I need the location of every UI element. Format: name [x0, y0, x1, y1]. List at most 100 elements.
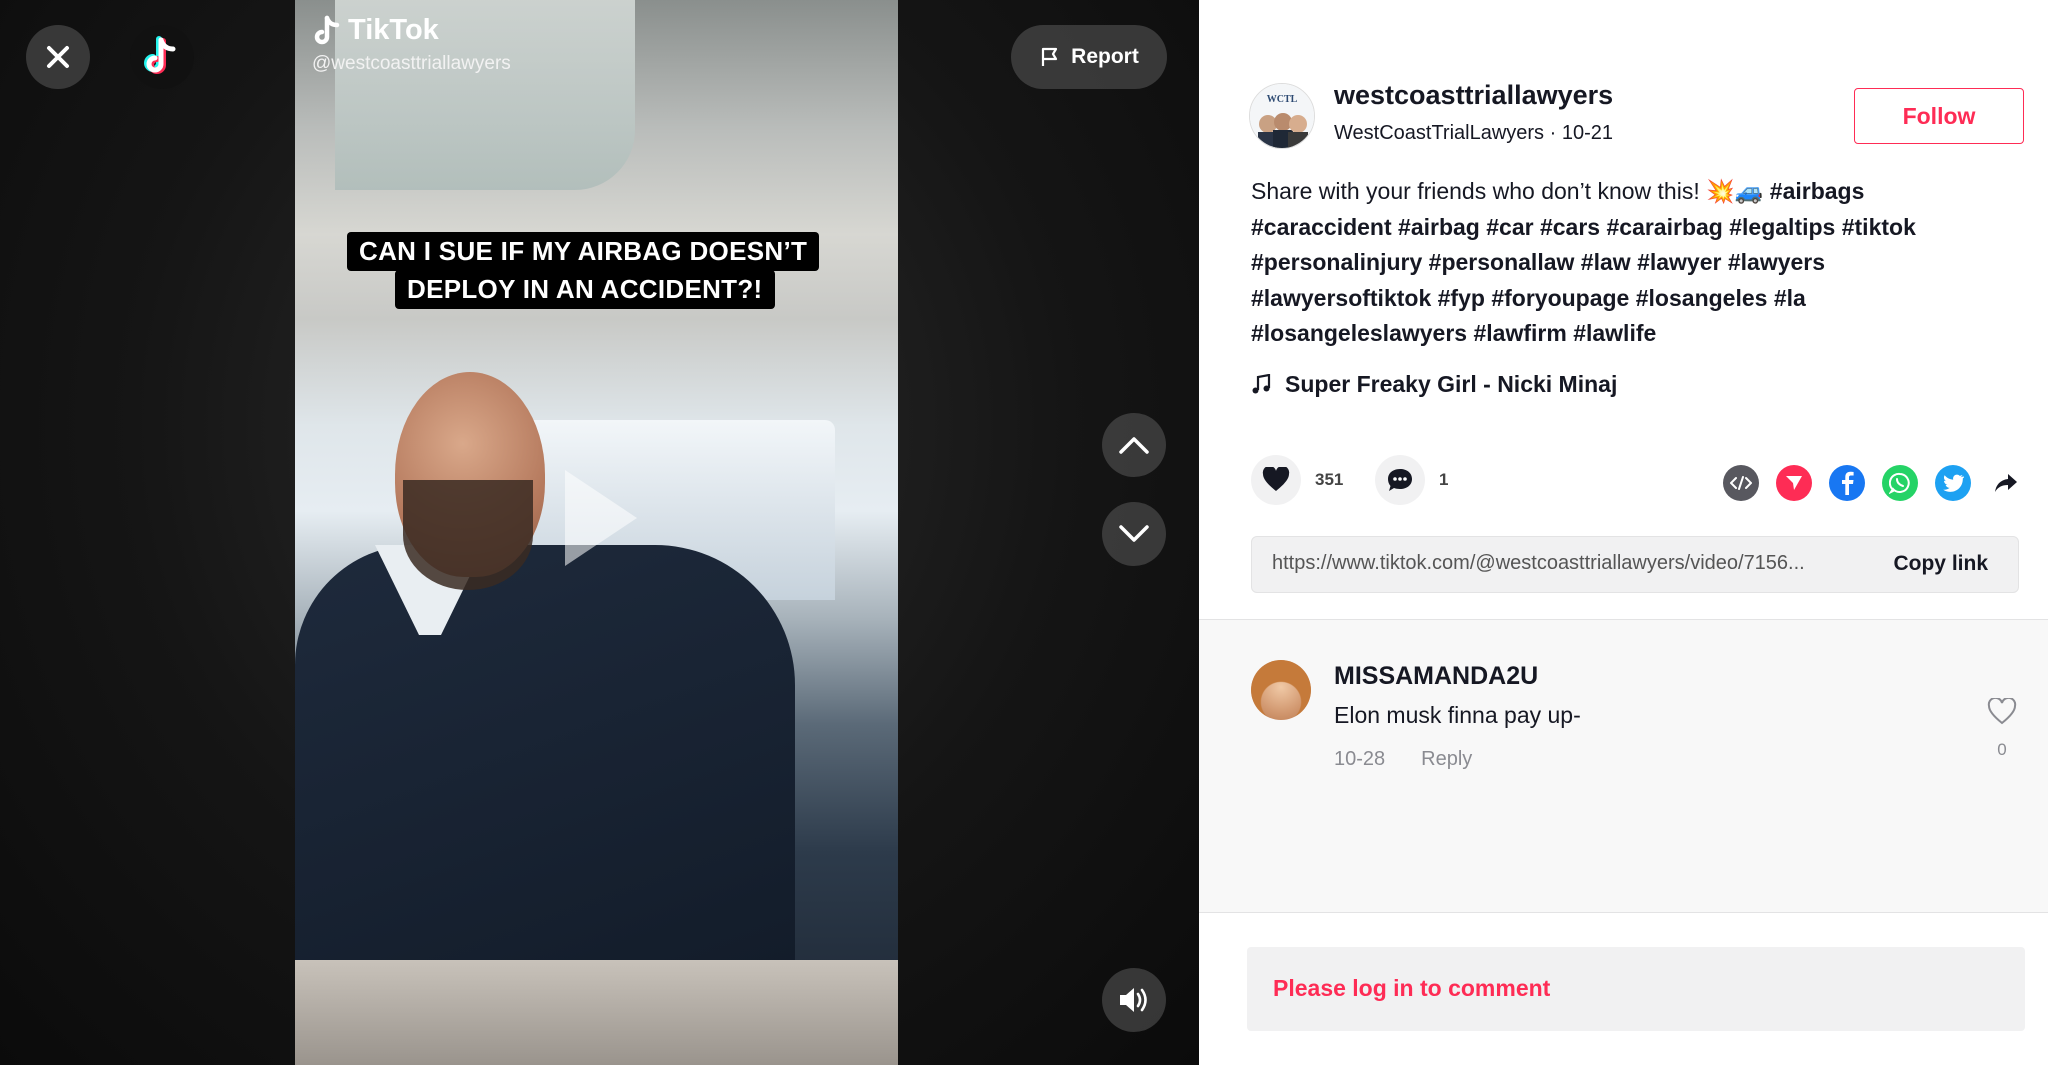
author-avatar[interactable]: WCTL: [1249, 83, 1315, 149]
whatsapp-share-button[interactable]: [1882, 465, 1918, 501]
video-details-panel: WCTL westcoasttriallawyers WestCoastTria…: [1199, 0, 2048, 1065]
hashtag-link[interactable]: #la: [1774, 285, 1806, 311]
heart-outline-icon: [1987, 696, 2017, 725]
hashtag-link[interactable]: #foryoupage: [1491, 285, 1629, 311]
comment-date: 10-28: [1334, 748, 1386, 770]
hashtag-link[interactable]: #losangeleslawyers: [1251, 320, 1467, 346]
tiktok-note-icon: [314, 15, 340, 44]
video-watermark: TikTok @westcoasttriallawyers: [312, 14, 511, 75]
video-player[interactable]: CAN I SUE IF MY AIRBAG DOESN’T DEPLOY IN…: [0, 0, 1199, 1065]
hashtag-link[interactable]: #airbags: [1770, 178, 1865, 204]
hashtag-link[interactable]: #lawyers: [1728, 249, 1825, 275]
description-text: Share with your friends who don’t know t…: [1251, 178, 1764, 204]
whatsapp-icon: [1889, 472, 1910, 494]
hashtag-link[interactable]: #tiktok: [1842, 214, 1916, 240]
hashtag-link[interactable]: #carairbag: [1606, 214, 1722, 240]
music-link[interactable]: Super Freaky Girl - Nicki Minaj: [1251, 371, 1617, 398]
commenter-avatar[interactable]: [1251, 660, 1311, 720]
embed-icon: [1730, 476, 1752, 490]
video-caption: CAN I SUE IF MY AIRBAG DOESN’T DEPLOY IN…: [347, 232, 841, 314]
embed-button[interactable]: [1723, 465, 1759, 501]
more-share-button[interactable]: [1988, 465, 2024, 501]
flag-icon: [1042, 47, 1058, 66]
next-video-button[interactable]: [1102, 502, 1166, 566]
comment-meta: 10-28 Reply: [1334, 748, 1472, 771]
video-frame[interactable]: [295, 0, 898, 1065]
action-bar: 351 1: [1251, 455, 2031, 511]
comment-icon: [1388, 469, 1412, 491]
hashtag-link[interactable]: #lawyersoftiktok: [1251, 285, 1431, 311]
hashtag-link[interactable]: #law: [1581, 249, 1631, 275]
hashtag-link[interactable]: #losangeles: [1636, 285, 1768, 311]
report-button[interactable]: Report: [1011, 25, 1167, 89]
send-to-friends-button[interactable]: [1776, 465, 1812, 501]
comment-text: Elon musk finna pay up-: [1334, 702, 1581, 728]
hashtag-link[interactable]: #caraccident: [1251, 214, 1392, 240]
twitter-icon: [1943, 474, 1964, 492]
post-date: 10-21: [1561, 122, 1613, 144]
comments-section: MISSAMANDA2U Elon musk finna pay up- 10-…: [1199, 619, 2048, 913]
like-count: 351: [1315, 470, 1344, 489]
hashtag-link[interactable]: #lawlife: [1573, 320, 1656, 346]
hashtag-link[interactable]: #fyp: [1438, 285, 1485, 311]
author-separator: ·: [1544, 122, 1562, 144]
comment-like-button[interactable]: [1987, 696, 2017, 731]
comment-count: 1: [1439, 470, 1449, 489]
music-note-icon: [1252, 373, 1271, 393]
close-button[interactable]: [26, 25, 90, 89]
hashtag-link[interactable]: #cars: [1540, 214, 1600, 240]
hashtag-link[interactable]: #lawyer: [1637, 249, 1721, 275]
hashtag-link[interactable]: #lawfirm: [1473, 320, 1566, 346]
comment-action[interactable]: 1: [1375, 455, 1448, 505]
commenter-username[interactable]: MISSAMANDA2U: [1334, 662, 1538, 691]
hashtag-link[interactable]: #legaltips: [1729, 214, 1835, 240]
video-caption-line-1: CAN I SUE IF MY AIRBAG DOESN’T: [347, 232, 820, 271]
video-caption-line-2: DEPLOY IN AN ACCIDENT?!: [395, 270, 775, 309]
previous-video-button[interactable]: [1102, 413, 1166, 477]
follow-button[interactable]: Follow: [1854, 88, 2024, 144]
watermark-brand-text: TikTok: [348, 14, 439, 46]
author-avatar-image: WCTL: [1250, 84, 1314, 148]
copy-link-button[interactable]: Copy link: [1893, 552, 1988, 576]
report-label: Report: [1071, 45, 1139, 68]
comment-like-count: 0: [1997, 740, 2007, 759]
hashtag-link[interactable]: #airbag: [1398, 214, 1480, 240]
music-title: Super Freaky Girl - Nicki Minaj: [1285, 371, 1618, 397]
share-arrow-icon: [1995, 474, 2017, 492]
hashtag-link[interactable]: #personallaw: [1429, 249, 1575, 275]
hashtag-link[interactable]: #car: [1486, 214, 1533, 240]
author-username[interactable]: westcoasttriallawyers: [1334, 80, 1613, 111]
play-icon[interactable]: [565, 470, 637, 566]
like-action[interactable]: 351: [1251, 455, 1343, 505]
facebook-icon: [1842, 471, 1854, 495]
commenter-avatar-hair: [1251, 660, 1311, 720]
chevron-down-icon: [1119, 525, 1149, 542]
tiktok-logo-icon: [144, 36, 176, 74]
video-link-box: https://www.tiktok.com/@westcoasttrialla…: [1251, 536, 2019, 593]
watermark-username: @westcoasttriallawyers: [312, 53, 511, 74]
video-description: Share with your friends who don’t know t…: [1251, 174, 1991, 352]
login-to-comment-bar[interactable]: Please log in to comment: [1247, 947, 2025, 1031]
like-button[interactable]: [1251, 455, 1301, 505]
login-to-comment-text[interactable]: Please log in to comment: [1273, 975, 1550, 1002]
author-display-name: WestCoastTrialLawyers: [1334, 122, 1545, 144]
send-icon: [1786, 476, 1802, 490]
tiktok-logo-button[interactable]: [130, 25, 194, 89]
video-link-text[interactable]: https://www.tiktok.com/@westcoasttrialla…: [1272, 552, 1852, 575]
hashtag-link[interactable]: #personalinjury: [1251, 249, 1422, 275]
volume-button[interactable]: [1102, 968, 1166, 1032]
close-icon: [47, 46, 69, 68]
comment-button[interactable]: [1375, 455, 1425, 505]
chevron-up-icon: [1119, 437, 1149, 454]
video-person-beard: [403, 480, 533, 590]
twitter-share-button[interactable]: [1935, 465, 1971, 501]
author-subline: WestCoastTrialLawyers · 10-21: [1334, 122, 1613, 145]
facebook-share-button[interactable]: [1829, 465, 1865, 501]
reply-button[interactable]: Reply: [1421, 748, 1472, 771]
heart-icon: [1262, 467, 1290, 491]
volume-icon: [1120, 988, 1147, 1012]
avatar-monogram: WCTL: [1267, 94, 1298, 105]
watermark-brand: TikTok: [312, 14, 511, 47]
share-buttons: [1723, 465, 2024, 501]
video-dashboard: [295, 960, 898, 1065]
